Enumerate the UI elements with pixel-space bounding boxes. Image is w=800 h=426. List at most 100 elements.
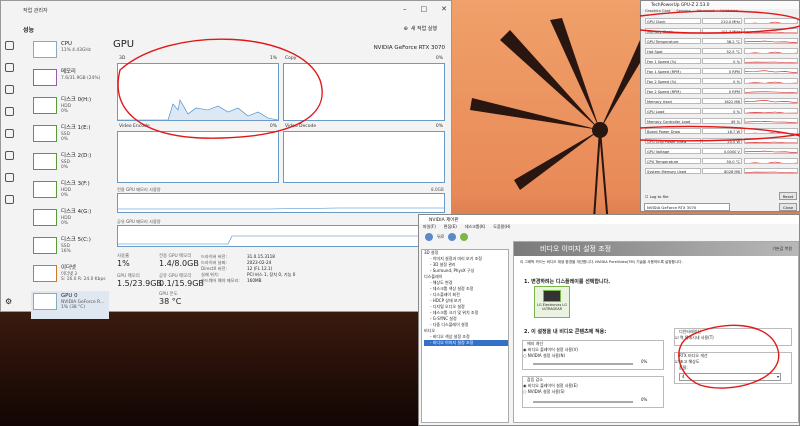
nav-rail [1, 19, 17, 311]
edge-slider[interactable] [533, 363, 633, 365]
settings-icon[interactable]: ⚙ [5, 297, 12, 306]
perf-thumbnail [33, 293, 57, 310]
stat-utilization: 사용률 1% [117, 254, 130, 268]
perf-thumbnail [33, 125, 57, 142]
perf-item[interactable]: 디스크 4(G:) HDD 0% [31, 207, 109, 235]
menu-item[interactable]: 데스크톱(K) [465, 224, 485, 231]
deinterlace-group: 디인터레이싱 ☑ 역 텔레시네 사용(T) [674, 328, 792, 346]
new-task-icon: ⊕ [403, 25, 408, 32]
inverse-telecine-checkbox[interactable]: ☑ 역 텔레시네 사용(T) [675, 335, 791, 341]
close-icon[interactable]: ✕ [441, 5, 447, 13]
display-thumbnail[interactable]: LG Electronics LG ULTRAGEAR [534, 286, 570, 318]
reset-button[interactable]: Reset [779, 192, 797, 200]
menu-item[interactable]: 파일(F) [423, 224, 436, 231]
nv-description: 이 그래픽 카드는 비디오 재생 환경을 개선합니다. NVIDIA PureV… [520, 260, 683, 264]
sensor-row: GPU Chip Power Draw 20.0 W [644, 137, 798, 145]
log-checkbox[interactable]: ☐ Log to file [645, 194, 668, 199]
gpuz-title: TechPowerUp GPU-Z 2.53.0 [641, 1, 799, 9]
meadow [0, 312, 420, 426]
sensor-graph [744, 118, 798, 124]
nv-title: NVIDIA 제어판 [419, 215, 799, 224]
new-task-button[interactable]: ⊕ 새 작업 실행 [403, 25, 437, 33]
perf-thumbnail [33, 237, 57, 254]
maximize-icon[interactable]: □ [421, 5, 428, 13]
graph-3d-line [118, 99, 279, 121]
sensor-graph [744, 58, 798, 64]
back-icon[interactable] [425, 233, 433, 241]
perf-item[interactable]: GPU 0 NVIDIA GeForce R... 1% (38 °C) [31, 291, 109, 319]
perf-list: CPU 11% 4.43GHz 메모리 7.6/31.9GB (24%) 디스크 0(H… [31, 39, 109, 319]
app-history-icon[interactable] [4, 107, 14, 116]
step1-title: 1. 변경하려는 디스플레이를 선택합니다. [524, 279, 611, 285]
perf-item[interactable]: 메모리 7.6/31.9GB (24%) [31, 67, 109, 95]
sensor-row: Memory Controller Load 49 % [644, 117, 798, 125]
noise-nvidia-radio[interactable]: ○ NVIDIA 설정 사용(S) [523, 389, 663, 395]
sensor-graph [744, 148, 798, 154]
perf-item[interactable]: 디스크 2(D:) SSD 0% [31, 151, 109, 179]
startup-icon[interactable] [4, 129, 14, 138]
sensor-graph [744, 78, 798, 84]
graph-copy: Copy 0% [283, 56, 445, 121]
task-manager-window: 작업 관리자 – □ ✕ ⚙ 성능 ⊕ 새 작업 실행 CPU 11% 4.43GH… [0, 0, 452, 319]
home-icon[interactable] [460, 233, 469, 241]
gpuz-tab[interactable]: Sensors [676, 9, 690, 16]
minimize-icon[interactable]: – [403, 5, 407, 13]
gpu-name: NVIDIA GeForce RTX 3070 [373, 45, 445, 51]
forward-icon[interactable] [448, 233, 457, 241]
gpuz-tab[interactable]: Advanced [697, 9, 715, 16]
sensor-graph [744, 138, 798, 144]
performance-icon[interactable] [4, 85, 14, 94]
sensor-row: Board Power Draw 18.7 W [644, 127, 798, 135]
sensor-row: GPU Clock 210.0 MHz [644, 17, 798, 25]
noise-group: 잡음 감소 ◉ 비디오 플레이어 설정 사용(E) ○ NVIDIA 설정 사용… [522, 376, 664, 408]
step2-title: 2. 이 설정을 내 비디오 콘텐츠에 적용: [524, 329, 607, 335]
gpuz-tab[interactable]: Validation [720, 9, 738, 16]
sensor-graph [744, 38, 798, 44]
driver-info-keys: 드라이버 버전: 드라이버 날짜: DirectX 버전: 실제 위치: 하드웨어 예약… [201, 254, 240, 283]
perf-item[interactable]: 디스크 3(F:) HDD 0% [31, 179, 109, 207]
chevron-down-icon: ▾ [776, 374, 779, 379]
perf-item[interactable]: 이더넷 이더넷 2 S: 16.0 R: 24.0 Kbps [31, 263, 109, 291]
sensor-row: GPU Temperature 38.2 °C [644, 37, 798, 45]
perf-item[interactable]: 디스크 1(E:) SSD 0% [31, 123, 109, 151]
perf-item[interactable]: 디스크 0(H:) HDD 0% [31, 95, 109, 123]
sensor-row: Hot Spot 52.5 °C [644, 47, 798, 55]
graph-shared-mem [117, 225, 445, 247]
gpu-panel: GPU NVIDIA GeForce RTX 3070 [113, 39, 447, 51]
close-button[interactable]: Close [779, 203, 797, 211]
menu-icon[interactable] [4, 41, 14, 50]
perf-thumbnail [33, 153, 57, 170]
sensor-row: Fan 2 Speed (%) 0 % [644, 77, 798, 85]
stat-gpu-temp: GPU 온도 38 °C [159, 292, 182, 306]
perf-item[interactable]: 디스크 5(C:) SSD 16% [31, 235, 109, 263]
users-icon[interactable] [4, 151, 14, 160]
rtx-video-group: RTX 비디오 개선 ☑ 초고 해상도 품질: 4 ▾ [674, 352, 792, 384]
perf-thumbnail [33, 97, 57, 114]
sensor-row: Fan 2 Speed (RPM) 0 RPM [644, 87, 798, 95]
restore-defaults-link[interactable]: 기본값 복원 [772, 246, 792, 252]
quality-select[interactable]: 4 ▾ [679, 373, 781, 381]
dedicated-mem-max: 8.0GB [431, 187, 444, 192]
perf-item[interactable]: CPU 11% 4.43GHz [31, 39, 109, 67]
sensor-row: Memory Clock 101.3 MHz [644, 27, 798, 35]
perf-thumbnail [33, 69, 57, 86]
sensor-row: Memory Used 1622 MB [644, 97, 798, 105]
tree-item[interactable]: - 비디오 이미지 설정 조정 [424, 340, 508, 346]
sensor-graph [744, 48, 798, 54]
gpuz-tab[interactable]: Graphics Card [645, 9, 670, 16]
services-icon[interactable] [4, 195, 14, 204]
noise-slider[interactable] [533, 401, 633, 403]
menu-item[interactable]: 도움말(H) [493, 224, 510, 231]
sensor-graph [744, 88, 798, 94]
device-select[interactable]: NVIDIA GeForce RTX 3070 [644, 203, 730, 211]
nv-task-tree: 3D 설정 - 이미지 설정과 미리 보기 조정 - 3D 설정 관리 - Surro… [421, 249, 509, 423]
nv-main-panel: 비디오 이미지 설정 조정 기본값 복원 이 그래픽 카드는 비디오 재생 환경… [513, 241, 799, 423]
sensor-row: GPU Voltage 0.0000 V [644, 147, 798, 155]
menu-item[interactable]: 편집(E) [444, 224, 457, 231]
window-title: 작업 관리자 [23, 7, 48, 14]
sensor-graph [744, 158, 798, 164]
sensor-graph [744, 168, 798, 174]
stat-dedicated-mem: 전용 GPU 메모리 1.4/8.0GB [159, 254, 199, 268]
details-icon[interactable] [4, 173, 14, 182]
processes-icon[interactable] [4, 63, 14, 72]
